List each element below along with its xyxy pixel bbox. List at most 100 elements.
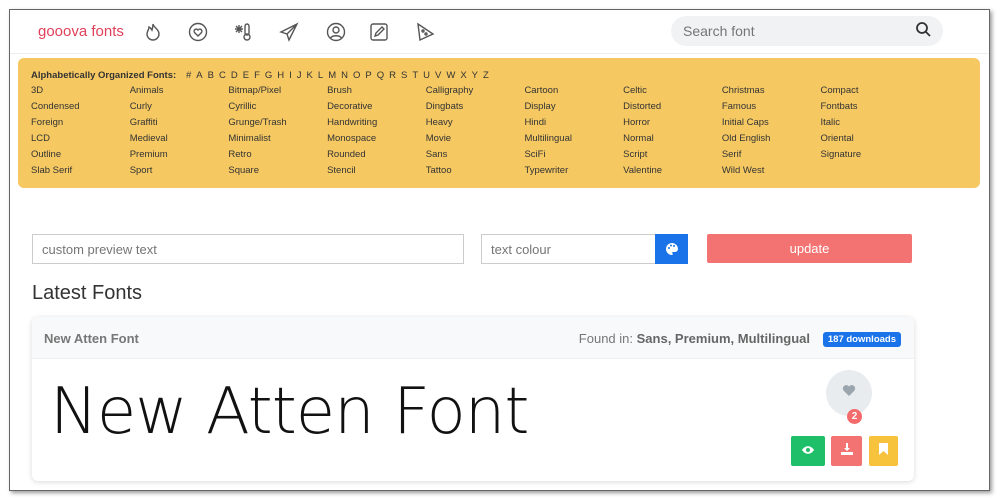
category-link[interactable]: Handwriting bbox=[327, 117, 426, 133]
category-link[interactable]: Horror bbox=[623, 117, 722, 133]
category-link[interactable]: Foreign bbox=[31, 117, 130, 133]
category-link[interactable]: Valentine bbox=[623, 165, 722, 181]
letter-link[interactable]: M bbox=[328, 70, 336, 81]
category-link[interactable]: Curly bbox=[130, 101, 229, 117]
letter-link[interactable]: J bbox=[297, 70, 302, 81]
preview-text-input[interactable] bbox=[32, 234, 464, 264]
category-link[interactable]: Famous bbox=[722, 101, 821, 117]
letter-link[interactable]: Q bbox=[377, 70, 384, 81]
category-link[interactable]: Display bbox=[524, 101, 623, 117]
letter-link[interactable]: S bbox=[401, 70, 407, 81]
font-name[interactable]: New Atten Font bbox=[44, 331, 139, 346]
category-link[interactable]: Initial Caps bbox=[722, 117, 821, 133]
category-link[interactable]: Slab Serif bbox=[31, 165, 130, 181]
letter-link[interactable]: Z bbox=[483, 70, 489, 81]
category-link[interactable]: Medieval bbox=[130, 133, 229, 149]
category-link[interactable]: Decorative bbox=[327, 101, 426, 117]
update-button[interactable]: update bbox=[707, 234, 912, 263]
letter-link[interactable]: F bbox=[254, 70, 260, 81]
edit-icon[interactable] bbox=[368, 21, 390, 43]
category-link[interactable]: Monospace bbox=[327, 133, 426, 149]
letter-link[interactable]: U bbox=[423, 70, 430, 81]
category-link[interactable]: Dingbats bbox=[426, 101, 525, 117]
category-link[interactable]: Italic bbox=[821, 117, 920, 133]
category-link[interactable]: Rounded bbox=[327, 149, 426, 165]
palette-icon[interactable] bbox=[655, 234, 688, 264]
letter-link[interactable]: A bbox=[196, 70, 202, 81]
download-button[interactable] bbox=[831, 436, 862, 466]
category-link[interactable]: Wild West bbox=[722, 165, 821, 181]
letter-link[interactable]: # bbox=[186, 70, 191, 81]
paper-plane-icon[interactable] bbox=[278, 21, 300, 43]
category-link[interactable]: Oriental bbox=[821, 133, 920, 149]
category-link[interactable]: Typewriter bbox=[524, 165, 623, 181]
category-link[interactable]: Hindi bbox=[524, 117, 623, 133]
letter-link[interactable]: Y bbox=[472, 70, 478, 81]
category-link[interactable]: Sport bbox=[130, 165, 229, 181]
category-link[interactable]: Stencil bbox=[327, 165, 426, 181]
letter-link[interactable]: P bbox=[365, 70, 371, 81]
letter-link[interactable]: G bbox=[265, 70, 272, 81]
category-link[interactable]: Condensed bbox=[31, 101, 130, 117]
view-button[interactable] bbox=[791, 436, 825, 466]
category-link[interactable]: Brush bbox=[327, 85, 426, 101]
bookmark-button[interactable] bbox=[869, 436, 898, 466]
letter-link[interactable]: K bbox=[307, 70, 313, 81]
category-link[interactable]: Outline bbox=[31, 149, 130, 165]
category-link[interactable]: Retro bbox=[228, 149, 327, 165]
letter-link[interactable]: D bbox=[231, 70, 238, 81]
user-icon[interactable] bbox=[325, 21, 347, 43]
category-link[interactable]: Script bbox=[623, 149, 722, 165]
fire-icon[interactable] bbox=[142, 21, 164, 43]
letter-link[interactable]: C bbox=[219, 70, 226, 81]
like-button[interactable] bbox=[826, 370, 872, 416]
category-link[interactable]: Old English bbox=[722, 133, 821, 149]
letter-link[interactable]: L bbox=[318, 70, 323, 81]
category-link[interactable]: Celtic bbox=[623, 85, 722, 101]
letter-link[interactable]: N bbox=[341, 70, 348, 81]
search-input[interactable] bbox=[683, 23, 903, 39]
heart-icon[interactable] bbox=[187, 21, 209, 43]
category-link[interactable]: Distorted bbox=[623, 101, 722, 117]
category-link[interactable]: Compact bbox=[821, 85, 920, 101]
search-icon[interactable] bbox=[915, 21, 931, 42]
letter-link[interactable]: B bbox=[208, 70, 214, 81]
pizza-icon[interactable] bbox=[414, 21, 436, 43]
category-link[interactable]: 3D bbox=[31, 85, 130, 101]
category-link[interactable]: Animals bbox=[130, 85, 229, 101]
font-preview[interactable]: New Atten Font bbox=[50, 375, 529, 449]
logo[interactable]: gooova fonts bbox=[38, 23, 124, 40]
category-link[interactable]: Normal bbox=[623, 133, 722, 149]
category-link[interactable]: Premium bbox=[130, 149, 229, 165]
text-colour-input[interactable] bbox=[481, 234, 656, 264]
category-link[interactable]: Signature bbox=[821, 149, 920, 165]
letter-link[interactable]: T bbox=[412, 70, 418, 81]
letter-link[interactable]: H bbox=[277, 70, 284, 81]
letter-link[interactable]: O bbox=[353, 70, 360, 81]
snow-thermometer-icon[interactable] bbox=[232, 21, 254, 43]
category-link[interactable]: Multilingual bbox=[524, 133, 623, 149]
letter-link[interactable]: I bbox=[289, 70, 292, 81]
letter-link[interactable]: R bbox=[389, 70, 396, 81]
letter-link[interactable]: E bbox=[243, 70, 249, 81]
category-link[interactable]: Tattoo bbox=[426, 165, 525, 181]
category-link[interactable]: Calligraphy bbox=[426, 85, 525, 101]
category-link[interactable]: Fontbats bbox=[821, 101, 920, 117]
category-link[interactable]: Cyrillic bbox=[228, 101, 327, 117]
letter-link[interactable]: X bbox=[460, 70, 466, 81]
category-link[interactable]: Minimalist bbox=[228, 133, 327, 149]
category-link[interactable]: Sans bbox=[426, 149, 525, 165]
category-link[interactable]: LCD bbox=[31, 133, 130, 149]
category-link[interactable]: Christmas bbox=[722, 85, 821, 101]
found-in-categories[interactable]: Sans, Premium, Multilingual bbox=[637, 331, 810, 346]
category-link[interactable]: Grunge/Trash bbox=[228, 117, 327, 133]
letter-link[interactable]: W bbox=[446, 70, 455, 81]
category-link[interactable]: Square bbox=[228, 165, 327, 181]
category-link[interactable]: Heavy bbox=[426, 117, 525, 133]
category-link[interactable]: Bitmap/Pixel bbox=[228, 85, 327, 101]
category-link[interactable]: SciFi bbox=[524, 149, 623, 165]
category-link[interactable]: Movie bbox=[426, 133, 525, 149]
category-link[interactable]: Cartoon bbox=[524, 85, 623, 101]
category-link[interactable]: Graffiti bbox=[130, 117, 229, 133]
letter-link[interactable]: V bbox=[435, 70, 441, 81]
